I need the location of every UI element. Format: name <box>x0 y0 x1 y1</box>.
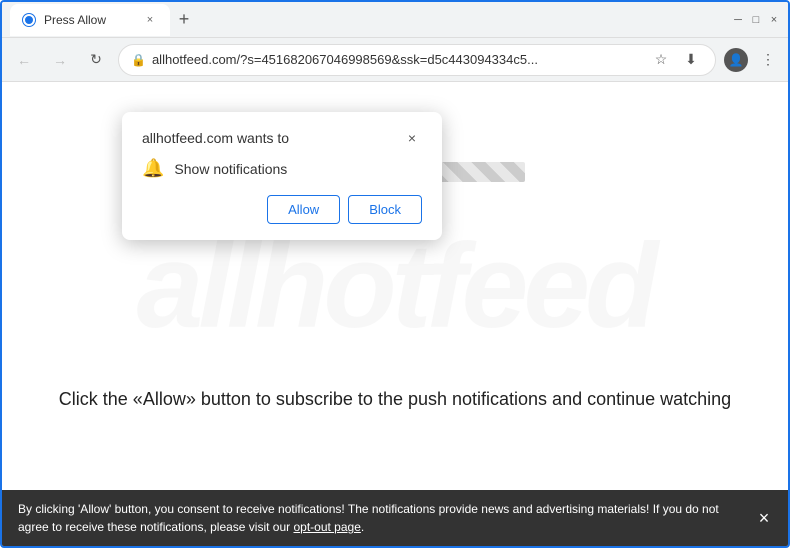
show-notifications-row: 🔔 Show notifications <box>142 158 422 179</box>
tab-area: Press Allow × + <box>10 4 724 36</box>
notification-dialog: allhotfeed.com wants to × 🔔 Show notific… <box>122 112 442 240</box>
cta-text: Click the «Allow» button to subscribe to… <box>2 389 788 410</box>
title-bar: Press Allow × + ─ □ × <box>2 2 788 38</box>
address-text: allhotfeed.com/?s=451682067046998569&ssk… <box>152 52 643 67</box>
profile-button[interactable]: 👤 <box>724 48 748 72</box>
opt-out-link[interactable]: opt-out page <box>293 520 360 534</box>
tab-favicon <box>22 13 36 27</box>
dialog-header: allhotfeed.com wants to × <box>142 128 422 148</box>
lock-icon: 🔒 <box>131 53 146 67</box>
star-icon[interactable]: ☆ <box>649 48 673 72</box>
browser-window: Press Allow × + ─ □ × ← → ↻ 🔒 allhotfeed… <box>0 0 790 548</box>
bottom-notification-bar: By clicking 'Allow' button, you consent … <box>2 490 788 546</box>
refresh-button[interactable]: ↻ <box>82 46 110 74</box>
tab-close-button[interactable]: × <box>142 12 158 28</box>
download-icon[interactable]: ⬇ <box>679 48 703 72</box>
block-button[interactable]: Block <box>348 195 422 224</box>
address-bar: ← → ↻ 🔒 allhotfeed.com/?s=45168206704699… <box>2 38 788 82</box>
bottom-bar-text: By clicking 'Allow' button, you consent … <box>18 500 748 536</box>
dialog-buttons: Allow Block <box>142 195 422 224</box>
dialog-title: allhotfeed.com wants to <box>142 130 289 146</box>
new-tab-button[interactable]: + <box>170 6 198 34</box>
dialog-close-button[interactable]: × <box>402 128 422 148</box>
show-notifications-text: Show notifications <box>174 161 287 177</box>
window-controls: ─ □ × <box>732 14 780 26</box>
address-input-wrapper[interactable]: 🔒 allhotfeed.com/?s=451682067046998569&s… <box>118 44 716 76</box>
bell-icon: 🔔 <box>142 158 164 179</box>
close-window-button[interactable]: × <box>768 14 780 26</box>
active-tab[interactable]: Press Allow × <box>10 4 170 36</box>
forward-button[interactable]: → <box>46 46 74 74</box>
minimize-button[interactable]: ─ <box>732 14 744 26</box>
page-content: allhotfeed allhotfeed.com wants to × 🔔 S… <box>2 82 788 490</box>
back-button[interactable]: ← <box>10 46 38 74</box>
bottom-bar-close-button[interactable]: × <box>752 506 776 530</box>
tab-title: Press Allow <box>44 13 106 27</box>
menu-button[interactable]: ⋮ <box>756 48 780 72</box>
maximize-button[interactable]: □ <box>750 14 762 26</box>
address-icons: ☆ ⬇ <box>649 48 703 72</box>
allow-button[interactable]: Allow <box>267 195 340 224</box>
